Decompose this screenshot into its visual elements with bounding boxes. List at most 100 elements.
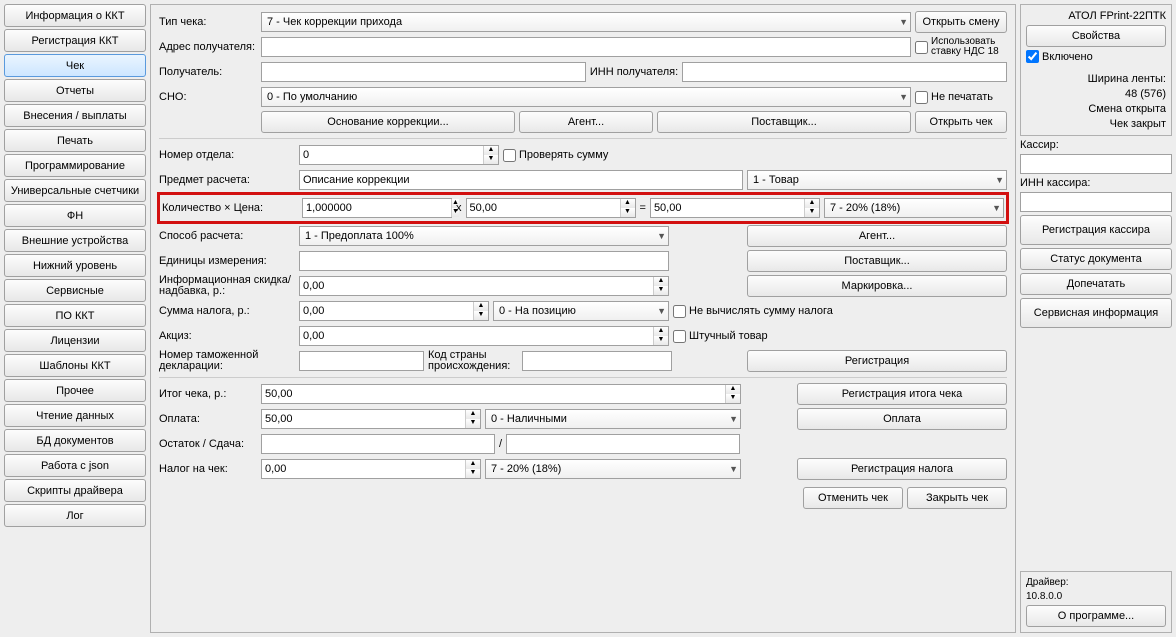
marking-button[interactable]: Маркировка... (747, 275, 1007, 297)
sidebar-item-1[interactable]: Регистрация ККТ (4, 29, 146, 52)
payment-type-combo[interactable]: 0 - Наличными▼ (485, 409, 741, 429)
chevron-down-icon: ▼ (657, 231, 666, 241)
info-discount-spinner[interactable]: ▲▼ (299, 276, 669, 296)
excise-spinner[interactable]: ▲▼ (299, 326, 669, 346)
no-print-checkbox[interactable]: Не печатать (915, 91, 1007, 104)
open-check-button[interactable]: Открыть чек (915, 111, 1007, 133)
sno-combo[interactable]: 0 - По умолчанию▼ (261, 87, 911, 107)
check-status: Чек закрыт (1026, 118, 1166, 130)
sidebar-item-15[interactable]: Прочее (4, 379, 146, 402)
recipient-label: Получатель: (159, 66, 257, 78)
customs-decl-input[interactable] (299, 351, 424, 371)
properties-button[interactable]: Свойства (1026, 25, 1166, 47)
tax-type-combo[interactable]: 7 - 20% (18%)▼ (485, 459, 741, 479)
reg-total-button[interactable]: Регистрация итога чека (797, 383, 1007, 405)
chevron-down-icon: ▼ (995, 175, 1004, 185)
payment-label: Оплата: (159, 413, 257, 425)
sum-spinner[interactable]: ▲▼ (650, 198, 820, 218)
change-label: Остаток / Сдача: (159, 438, 257, 450)
units-input[interactable] (299, 251, 669, 271)
reprint-button[interactable]: Допечатать (1020, 273, 1172, 295)
recipient-addr-input[interactable] (261, 37, 911, 57)
supplier-button[interactable]: Поставщик... (657, 111, 911, 133)
correction-basis-button[interactable]: Основание коррекции... (261, 111, 515, 133)
check-sum-checkbox[interactable]: Проверять сумму (503, 149, 608, 162)
tax-check-spinner[interactable]: ▲▼ (261, 459, 481, 479)
item-supplier-button[interactable]: Поставщик... (747, 250, 1007, 272)
sidebar-item-10[interactable]: Нижний уровень (4, 254, 146, 277)
tax-check-label: Налог на чек: (159, 463, 257, 475)
sidebar-item-5[interactable]: Печать (4, 129, 146, 152)
total-spinner[interactable]: ▲▼ (261, 384, 741, 404)
sidebar-item-20[interactable]: Лог (4, 504, 146, 527)
shift-status: Смена открыта (1026, 103, 1166, 115)
service-info-button[interactable]: Сервисная информация (1020, 298, 1172, 328)
chevron-down-icon: ▼ (729, 414, 738, 424)
subject-type-combo[interactable]: 1 - Товар▼ (747, 170, 1007, 190)
driver-version: 10.8.0.0 (1026, 591, 1166, 602)
sidebar-item-9[interactable]: Внешние устройства (4, 229, 146, 252)
country-code-input[interactable] (522, 351, 672, 371)
qty-spinner[interactable]: ▲▼ (302, 198, 452, 218)
no-calc-tax-checkbox[interactable]: Не вычислять сумму налога (673, 305, 833, 318)
tape-width-label: Ширина ленты: (1026, 73, 1166, 85)
sno-label: СНО: (159, 91, 257, 103)
check-type-combo[interactable]: 7 - Чек коррекции прихода▼ (261, 12, 911, 32)
payment-spinner[interactable]: ▲▼ (261, 409, 481, 429)
enabled-checkbox[interactable]: Включено (1026, 50, 1166, 63)
item-agent-button[interactable]: Агент... (747, 225, 1007, 247)
chevron-down-icon: ▼ (992, 203, 1001, 213)
chevron-down-icon: ▼ (899, 17, 908, 27)
cancel-check-button[interactable]: Отменить чек (803, 487, 903, 509)
payment-button[interactable]: Оплата (797, 408, 1007, 430)
open-shift-button[interactable]: Открыть смену (915, 11, 1007, 33)
sidebar-item-2[interactable]: Чек (4, 54, 146, 77)
chevron-down-icon: ▼ (729, 464, 738, 474)
cashier-input[interactable] (1020, 154, 1172, 174)
tax-pos-combo[interactable]: 0 - На позицию▼ (493, 301, 669, 321)
reg-tax-button[interactable]: Регистрация налога (797, 458, 1007, 480)
sidebar-item-13[interactable]: Лицензии (4, 329, 146, 352)
registration-button[interactable]: Регистрация (747, 350, 1007, 372)
change-right-input[interactable] (506, 434, 740, 454)
sidebar-item-6[interactable]: Программирование (4, 154, 146, 177)
recipient-addr-label: Адрес получателя: (159, 41, 257, 53)
sidebar-item-4[interactable]: Внесения / выплаты (4, 104, 146, 127)
total-label: Итог чека, р.: (159, 388, 257, 400)
sidebar-item-14[interactable]: Шаблоны ККТ (4, 354, 146, 377)
check-type-label: Тип чека: (159, 16, 257, 28)
about-button[interactable]: О программе... (1026, 605, 1166, 627)
sidebar-item-18[interactable]: Работа с json (4, 454, 146, 477)
sidebar-item-11[interactable]: Сервисные (4, 279, 146, 302)
doc-status-button[interactable]: Статус документа (1020, 248, 1172, 270)
country-code-label: Код страны происхождения: (428, 350, 518, 372)
price-spinner[interactable]: ▲▼ (466, 198, 636, 218)
sidebar-item-8[interactable]: ФН (4, 204, 146, 227)
sidebar-item-3[interactable]: Отчеты (4, 79, 146, 102)
sidebar-item-19[interactable]: Скрипты драйвера (4, 479, 146, 502)
calc-method-label: Способ расчета: (159, 230, 295, 242)
dept-spinner[interactable]: ▲▼ (299, 145, 499, 165)
sidebar-item-7[interactable]: Универсальные счетчики (4, 179, 146, 202)
subject-label: Предмет расчета: (159, 174, 295, 186)
excise-label: Акциз: (159, 330, 295, 342)
reg-cashier-button[interactable]: Регистрация кассира (1020, 215, 1172, 245)
close-check-button[interactable]: Закрыть чек (907, 487, 1007, 509)
sidebar-item-0[interactable]: Информация о ККТ (4, 4, 146, 27)
vat-combo[interactable]: 7 - 20% (18%)▼ (824, 198, 1004, 218)
sidebar-item-12[interactable]: ПО ККТ (4, 304, 146, 327)
slash-label: / (499, 438, 502, 450)
recipient-input[interactable] (261, 62, 586, 82)
inn-cashier-input[interactable] (1020, 192, 1172, 212)
change-left-input[interactable] (261, 434, 495, 454)
piece-goods-checkbox[interactable]: Штучный товар (673, 330, 768, 343)
inn-recipient-input[interactable] (682, 62, 1007, 82)
sidebar-item-17[interactable]: БД документов (4, 429, 146, 452)
subject-input[interactable] (299, 170, 743, 190)
agent-button[interactable]: Агент... (519, 111, 653, 133)
sidebar-item-16[interactable]: Чтение данных (4, 404, 146, 427)
use-nds18-checkbox[interactable]: Использовать ставку НДС 18 (915, 37, 1007, 57)
tax-sum-spinner[interactable]: ▲▼ (299, 301, 489, 321)
calc-method-combo[interactable]: 1 - Предоплата 100%▼ (299, 226, 669, 246)
cashier-label: Кассир: (1020, 139, 1172, 151)
